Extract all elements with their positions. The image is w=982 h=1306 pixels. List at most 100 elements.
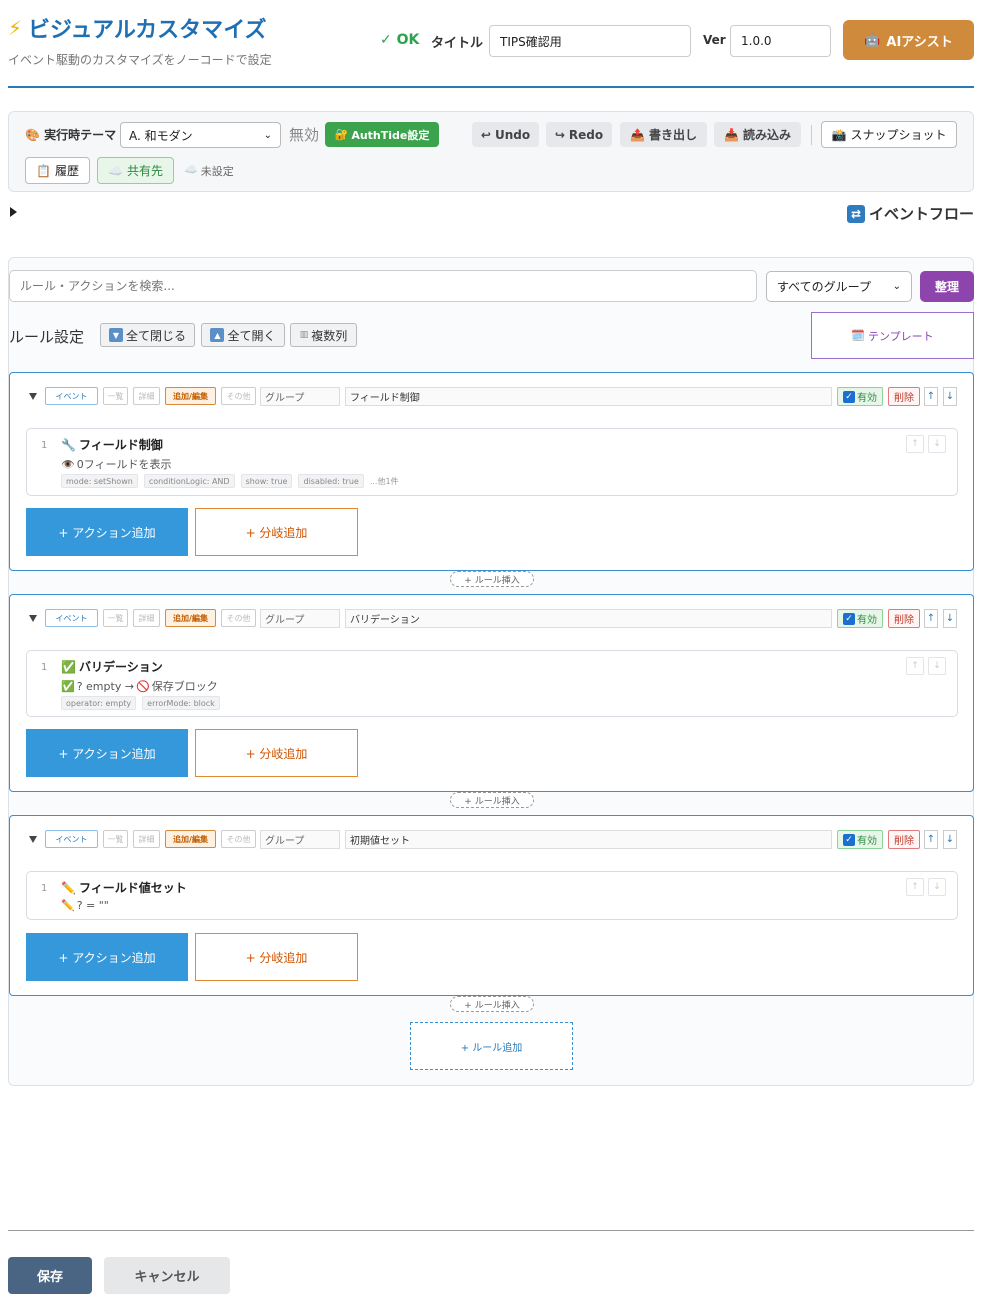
tidy-button[interactable]: 整理 bbox=[920, 271, 974, 302]
check-mark-icon: ✅ bbox=[61, 679, 75, 693]
redo-label: Redo bbox=[568, 127, 604, 142]
add-branch-button[interactable]: + 分岐追加 bbox=[195, 933, 358, 981]
undo-icon: ↩ bbox=[480, 127, 491, 142]
group-filter-select[interactable]: すべてのグループ ⌄ bbox=[766, 271, 912, 302]
rule-group-input[interactable]: グループ bbox=[260, 830, 340, 849]
action-up-button[interactable]: ↑ bbox=[906, 657, 924, 675]
rule-group-input[interactable]: グループ bbox=[260, 387, 340, 406]
rule-enabled-toggle[interactable]: ✓ 有効 bbox=[837, 830, 883, 849]
action-up-button[interactable]: ↑ bbox=[906, 878, 924, 896]
pencil-icon: ✏️ bbox=[61, 899, 75, 912]
authtide-settings-button[interactable]: 🔐 AuthTide設定 bbox=[325, 122, 439, 147]
collapse-all-button[interactable]: ▼ 全て閉じる bbox=[100, 323, 195, 347]
action-desc: ✏️ ? = "" bbox=[61, 899, 109, 912]
add-action-button[interactable]: + アクション追加 bbox=[26, 933, 188, 981]
chip-add-edit[interactable]: 追加/編集 bbox=[165, 387, 216, 405]
action-item[interactable]: 1 ✅ バリデーション ✅ ? empty → 🚫 保存ブロック operato… bbox=[26, 650, 958, 717]
add-branch-button[interactable]: + 分岐追加 bbox=[195, 508, 358, 556]
template-button[interactable]: 🗓️ テンプレート bbox=[811, 312, 974, 359]
history-label: 履歴 bbox=[54, 164, 79, 178]
insert-rule-button[interactable]: + ルール挿入 bbox=[450, 571, 534, 587]
move-up-button[interactable]: ↑ bbox=[924, 387, 938, 406]
theme-select-value: A. 和モダン bbox=[129, 128, 193, 143]
save-button[interactable]: 保存 bbox=[8, 1257, 92, 1294]
collapse-caret-icon[interactable] bbox=[29, 615, 37, 622]
action-tags: operator: empty errorMode: block bbox=[61, 696, 220, 710]
wrench-icon: 🔧 bbox=[61, 437, 76, 452]
chip-other[interactable]: その他 bbox=[221, 609, 256, 627]
add-rule-button[interactable]: + ルール追加 bbox=[410, 1022, 573, 1070]
move-down-button[interactable]: ↓ bbox=[943, 387, 957, 406]
theme-select[interactable]: A. 和モダン ⌄ bbox=[120, 122, 281, 148]
move-up-button[interactable]: ↑ bbox=[924, 609, 938, 628]
action-down-button[interactable]: ↓ bbox=[928, 878, 946, 896]
chip-list[interactable]: 一覧 bbox=[103, 830, 128, 848]
expand-all-button[interactable]: ▲ 全て開く bbox=[201, 323, 285, 347]
move-up-button[interactable]: ↑ bbox=[924, 830, 938, 849]
export-button[interactable]: 📤 書き出し bbox=[620, 122, 707, 147]
rule-delete-button[interactable]: 削除 bbox=[888, 830, 920, 849]
rule-name-input[interactable]: バリデーション bbox=[345, 609, 832, 628]
enabled-label: 有効 bbox=[857, 836, 877, 847]
chip-list[interactable]: 一覧 bbox=[103, 609, 128, 627]
rule-enabled-toggle[interactable]: ✓ 有効 bbox=[837, 609, 883, 628]
event-flow-toggle[interactable] bbox=[10, 207, 17, 217]
chip-other[interactable]: その他 bbox=[221, 830, 256, 848]
undo-button[interactable]: ↩ Undo bbox=[472, 122, 539, 147]
action-item[interactable]: 1 ✏️ フィールド値セット ✏️ ? = "" ↑ ↓ bbox=[26, 871, 958, 920]
rule-enabled-toggle[interactable]: ✓ 有効 bbox=[837, 387, 883, 406]
collapse-caret-icon[interactable] bbox=[29, 393, 37, 400]
chip-list[interactable]: 一覧 bbox=[103, 387, 128, 405]
rule-name-input[interactable]: 初期値セット bbox=[345, 830, 832, 849]
chip-detail[interactable]: 詳細 bbox=[133, 830, 160, 848]
chevron-down-icon: ⌄ bbox=[892, 281, 901, 292]
collapse-all-label: 全て閉じる bbox=[125, 328, 186, 343]
chip-event[interactable]: イベント bbox=[45, 609, 98, 627]
snapshot-button[interactable]: 📸 スナップショット bbox=[821, 121, 957, 148]
move-down-button[interactable]: ↓ bbox=[943, 830, 957, 849]
add-branch-button[interactable]: + 分岐追加 bbox=[195, 729, 358, 777]
chip-detail[interactable]: 詳細 bbox=[133, 387, 160, 405]
cancel-button[interactable]: キャンセル bbox=[104, 1257, 230, 1294]
collapse-icon: ▼ bbox=[108, 328, 123, 342]
add-action-button[interactable]: + アクション追加 bbox=[26, 508, 188, 556]
lightning-icon: ⚡ bbox=[8, 16, 23, 40]
share-button[interactable]: ☁️ 共有先 bbox=[97, 157, 174, 184]
chip-event[interactable]: イベント bbox=[45, 387, 98, 405]
app-subtitle: イベント駆動のカスタマイズをノーコードで設定 bbox=[8, 53, 272, 67]
check-icon: ✓ bbox=[843, 612, 855, 625]
multi-column-button[interactable]: ▥ 複数列 bbox=[290, 323, 357, 347]
add-action-button[interactable]: + アクション追加 bbox=[26, 729, 188, 777]
redo-button[interactable]: ↪ Redo bbox=[546, 122, 612, 147]
chip-add-edit[interactable]: 追加/編集 bbox=[165, 609, 216, 627]
insert-rule-button[interactable]: + ルール挿入 bbox=[450, 996, 534, 1012]
toolbar-divider bbox=[811, 125, 812, 145]
action-down-button[interactable]: ↓ bbox=[928, 657, 946, 675]
rule-delete-button[interactable]: 削除 bbox=[888, 387, 920, 406]
footer-divider bbox=[8, 1230, 974, 1231]
chip-other[interactable]: その他 bbox=[221, 387, 256, 405]
action-up-button[interactable]: ↑ bbox=[906, 435, 924, 453]
version-input[interactable] bbox=[730, 25, 831, 57]
title-input[interactable] bbox=[489, 25, 691, 57]
chip-add-edit[interactable]: 追加/編集 bbox=[165, 830, 216, 848]
action-title-text: フィールド制御 bbox=[78, 438, 163, 452]
action-down-button[interactable]: ↓ bbox=[928, 435, 946, 453]
group-filter-value: すべてのグループ bbox=[777, 280, 871, 294]
ai-assist-button[interactable]: 🤖 AIアシスト bbox=[843, 20, 974, 60]
rule-name-input[interactable]: フィールド制御 bbox=[345, 387, 832, 406]
insert-rule-button[interactable]: + ルール挿入 bbox=[450, 792, 534, 808]
rule-group-input[interactable]: グループ bbox=[260, 609, 340, 628]
rule-delete-button[interactable]: 削除 bbox=[888, 609, 920, 628]
chip-detail[interactable]: 詳細 bbox=[133, 609, 160, 627]
key-icon: 🔐 bbox=[334, 128, 349, 141]
outbox-icon: 📤 bbox=[630, 127, 645, 142]
rule-search-input[interactable] bbox=[9, 270, 757, 302]
action-item[interactable]: 1 🔧 フィールド制御 👁️ 0フィールドを表示 mode: setShown … bbox=[26, 428, 958, 496]
history-button[interactable]: 📋 履歴 bbox=[25, 157, 90, 184]
import-button[interactable]: 📥 読み込み bbox=[714, 122, 801, 147]
action-desc: 👁️ 0フィールドを表示 bbox=[61, 456, 171, 472]
chip-event[interactable]: イベント bbox=[45, 830, 98, 848]
move-down-button[interactable]: ↓ bbox=[943, 609, 957, 628]
collapse-caret-icon[interactable] bbox=[29, 836, 37, 843]
